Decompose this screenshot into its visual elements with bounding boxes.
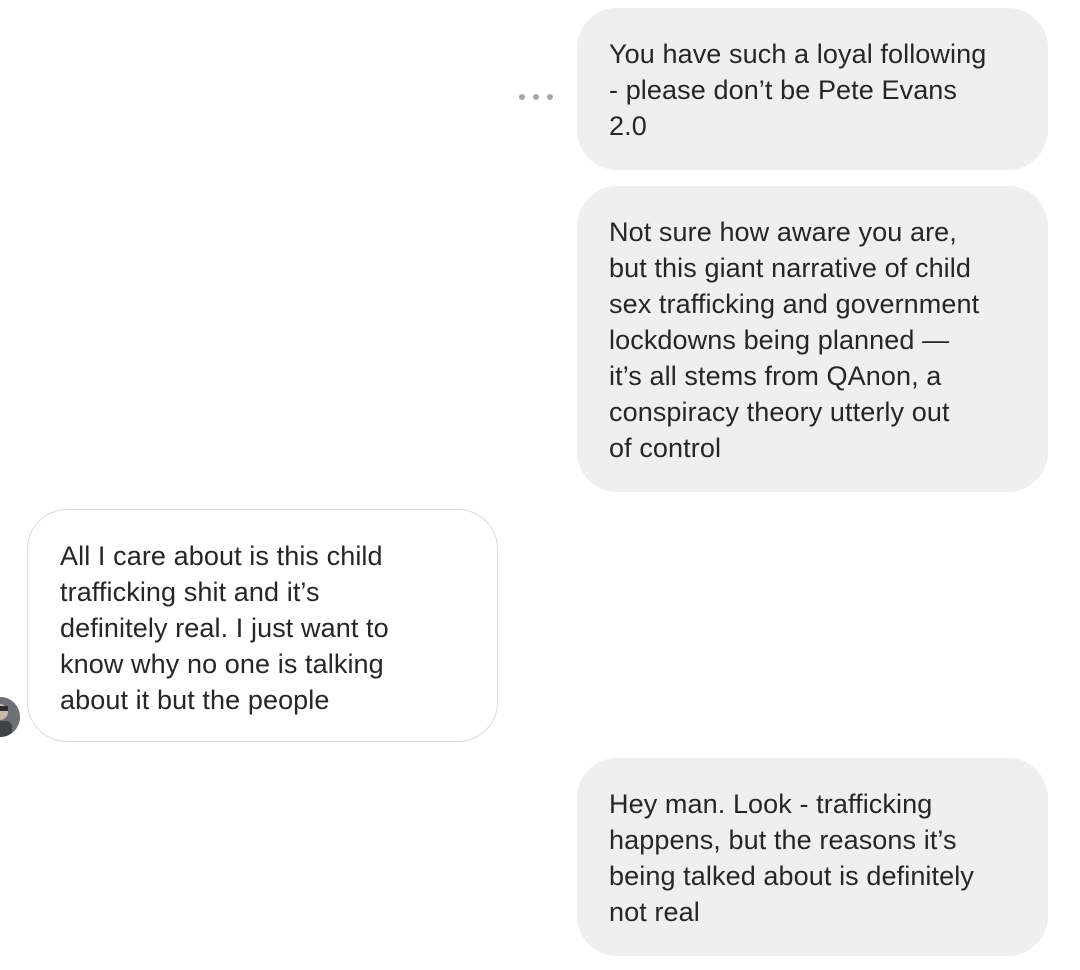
avatar-image (0, 697, 20, 737)
sent-message-bubble[interactable]: Hey man. Look - trafficking happens, but… (577, 758, 1048, 956)
sender-avatar[interactable] (0, 697, 20, 737)
sent-message-bubble[interactable]: You have such a loyal following - please… (577, 8, 1048, 170)
dot (533, 94, 539, 100)
received-message-bubble[interactable]: All I care about is this child trafficki… (27, 509, 498, 742)
more-options-icon[interactable] (519, 87, 553, 107)
dot (547, 94, 553, 100)
dot (519, 94, 525, 100)
sent-message-bubble[interactable]: Not sure how aware you are, but this gia… (577, 186, 1048, 492)
